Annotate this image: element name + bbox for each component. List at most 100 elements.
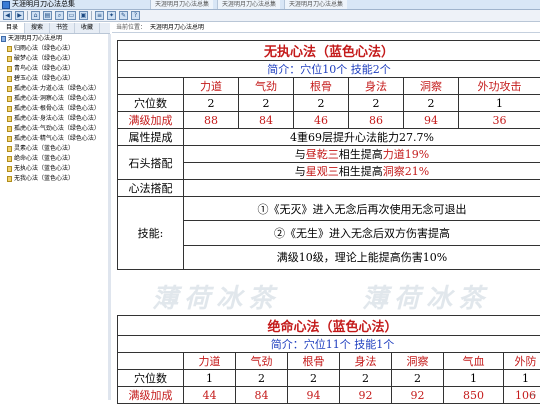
print-icon[interactable]: ▤	[43, 11, 52, 20]
tree-item-label: 孤虎心法·气劲心法（绿色心法）	[14, 125, 100, 132]
header-cell: 根骨	[288, 353, 340, 370]
table-cell: 44	[184, 387, 236, 404]
table-cell: 2	[239, 95, 294, 112]
content-pane: 当前位置：天涯明月刀心法总明 无执心法（蓝色心法） 简介：穴位10个 技能2个 …	[112, 23, 540, 400]
header-cell: 气劲	[239, 78, 294, 95]
table-cell: 94	[404, 112, 459, 129]
page-icon	[7, 106, 12, 112]
tree-item-label: 无我心法（蓝色心法）	[14, 175, 74, 182]
stone-combo: 与昼乾三相生提高力道19%	[184, 146, 540, 163]
tree-item-label: 孤虎心法·洞察心法（绿色心法）	[14, 95, 100, 102]
table-row: 技能: ①《无灭》进入无念后再次使用无念可退出	[118, 197, 540, 221]
tree-item[interactable]: 破梦心法（绿色心法）	[0, 54, 108, 64]
tree-item[interactable]: 天涯明月刀心法总明	[0, 34, 108, 44]
header-cell: 气劲	[236, 353, 288, 370]
intro-skill-count: 技能2个	[351, 63, 391, 76]
page-icon	[7, 156, 12, 162]
tree-item[interactable]: 灵素心法（蓝色心法）	[0, 144, 108, 154]
tree-item[interactable]: 青鸟心法（绿色心法）	[0, 64, 108, 74]
table-cell: 2	[349, 95, 404, 112]
options-icon[interactable]: ≡	[95, 11, 104, 20]
bookmark-icon[interactable]: ✦	[107, 11, 116, 20]
page-icon	[7, 126, 12, 132]
book-icon	[1, 36, 6, 42]
window-tab-2[interactable]: 天涯明月刀心法总集	[217, 0, 280, 9]
table-cell: 2	[294, 95, 349, 112]
tree-item[interactable]: 绝命心法（蓝色心法）	[0, 154, 108, 164]
tree-item[interactable]: 孤虎心法·气劲心法（绿色心法）	[0, 124, 108, 134]
table-cell: 84	[239, 112, 294, 129]
edit-icon[interactable]: ✎	[119, 11, 128, 20]
header-cell: 外功攻击	[459, 78, 540, 95]
stone-bonus: 力道19%	[383, 148, 429, 161]
header-cell: 身法	[349, 78, 404, 95]
tree-item-label: 孤虎心法·身法心法（绿色心法）	[14, 115, 100, 122]
table-row: 穴位数 2 2 2 2 2 1	[118, 95, 540, 112]
tab-favorites[interactable]: 收藏	[75, 23, 100, 33]
skill-table-wuzhi: 无执心法（蓝色心法） 简介：穴位10个 技能2个 力道 气劲 根骨 身法 洞察 …	[117, 40, 540, 270]
table-row: 石头搭配 与昼乾三相生提高力道19%	[118, 146, 540, 163]
stone-text: 与	[295, 165, 306, 178]
tree-item-label: 孤虎心法·精气心法（绿色心法）	[14, 135, 100, 142]
home-icon[interactable]: ⌂	[31, 11, 40, 20]
row-label: 满级加成	[118, 112, 184, 129]
watermark: 薄荷冰茶	[152, 278, 280, 315]
table-cell: 2	[184, 95, 239, 112]
header-cell: 身法	[340, 353, 392, 370]
tree-item[interactable]: 无我心法（蓝色心法）	[0, 174, 108, 184]
window-tab-1[interactable]: 天涯明月刀心法总集	[150, 0, 213, 9]
page-icon	[7, 166, 12, 172]
back-icon[interactable]: ◀	[3, 11, 12, 20]
forward-icon[interactable]: ▶	[15, 11, 24, 20]
table-cell: 1	[444, 370, 504, 387]
table-cell: 2	[392, 370, 444, 387]
header-empty	[118, 78, 184, 95]
table-row: 属性提成 4重69层提升心法能力27.7%	[118, 129, 540, 146]
breadcrumb-value[interactable]: 天涯明月刀心法总明	[150, 24, 204, 31]
tree-item-label: 破梦心法（绿色心法）	[14, 55, 74, 62]
breadcrumb: 当前位置：天涯明月刀心法总明	[112, 23, 540, 33]
window-title: 天涯明月刀心法总集	[12, 0, 75, 9]
stone-text: 相生提高	[339, 148, 383, 161]
header-cell: 根骨	[294, 78, 349, 95]
find-icon[interactable]: ⌕	[55, 11, 64, 20]
skill-intro: 简介：穴位11个 技能1个	[118, 336, 540, 353]
table-cell: 2	[288, 370, 340, 387]
tab-search[interactable]: 搜索	[25, 23, 50, 33]
tree-item[interactable]: 孤虎心法·身法心法（绿色心法）	[0, 114, 108, 124]
window-tab-3[interactable]: 天涯明月刀心法总集	[284, 0, 347, 9]
table-cell: 46	[294, 112, 349, 129]
row-label: 穴位数	[118, 95, 184, 112]
stone-name: 星观三	[306, 165, 339, 178]
tree-item-label: 归雨心法（绿色心法）	[14, 45, 74, 52]
tree-item[interactable]: 孤虎心法·力道心法（绿色心法）	[0, 84, 108, 94]
stone-name: 昼乾三	[306, 148, 339, 161]
attr-value: 4重69层提升心法能力27.7%	[184, 129, 540, 146]
tab-bookmarks[interactable]: 书签	[50, 23, 75, 33]
row-label: 满级加成	[118, 387, 184, 404]
page-icon	[7, 66, 12, 72]
tree-item[interactable]: 碧玉心法（绿色心法）	[0, 74, 108, 84]
tree-item[interactable]: 孤虎心法·根骨心法（绿色心法）	[0, 104, 108, 114]
page-icon	[7, 46, 12, 52]
header-row: 力道 气劲 根骨 身法 洞察 气血 外防	[118, 353, 540, 370]
tree-item[interactable]: 归雨心法（绿色心法）	[0, 44, 108, 54]
tab-contents[interactable]: 目录	[0, 23, 25, 33]
sidebar-scrollbar[interactable]	[108, 34, 111, 400]
row-label: 石头搭配	[118, 146, 184, 180]
save-icon[interactable]: ▣	[79, 11, 88, 20]
folder-icon[interactable]: ▭	[67, 11, 76, 20]
tree-item[interactable]: 孤虎心法·洞察心法（绿色心法）	[0, 94, 108, 104]
page-icon	[7, 136, 12, 142]
tree-item[interactable]: 无执心法（蓝色心法）	[0, 164, 108, 174]
toolbar-separator	[91, 11, 92, 20]
help-icon[interactable]: ?	[131, 11, 140, 20]
tree-item[interactable]: 孤虎心法·精气心法（绿色心法）	[0, 134, 108, 144]
table-cell: 2	[404, 95, 459, 112]
header-cell: 外防	[504, 353, 540, 370]
toolbar: ◀ ▶ ⌂ ▤ ⌕ ▭ ▣ ≡ ✦ ✎ ?	[0, 10, 540, 22]
table-cell: 92	[392, 387, 444, 404]
table-row: 满级加成 88 84 46 86 94 36	[118, 112, 540, 129]
table-cell: 92	[340, 387, 392, 404]
sidebar-tabs: 目录 搜索 书签 收藏	[0, 23, 110, 34]
